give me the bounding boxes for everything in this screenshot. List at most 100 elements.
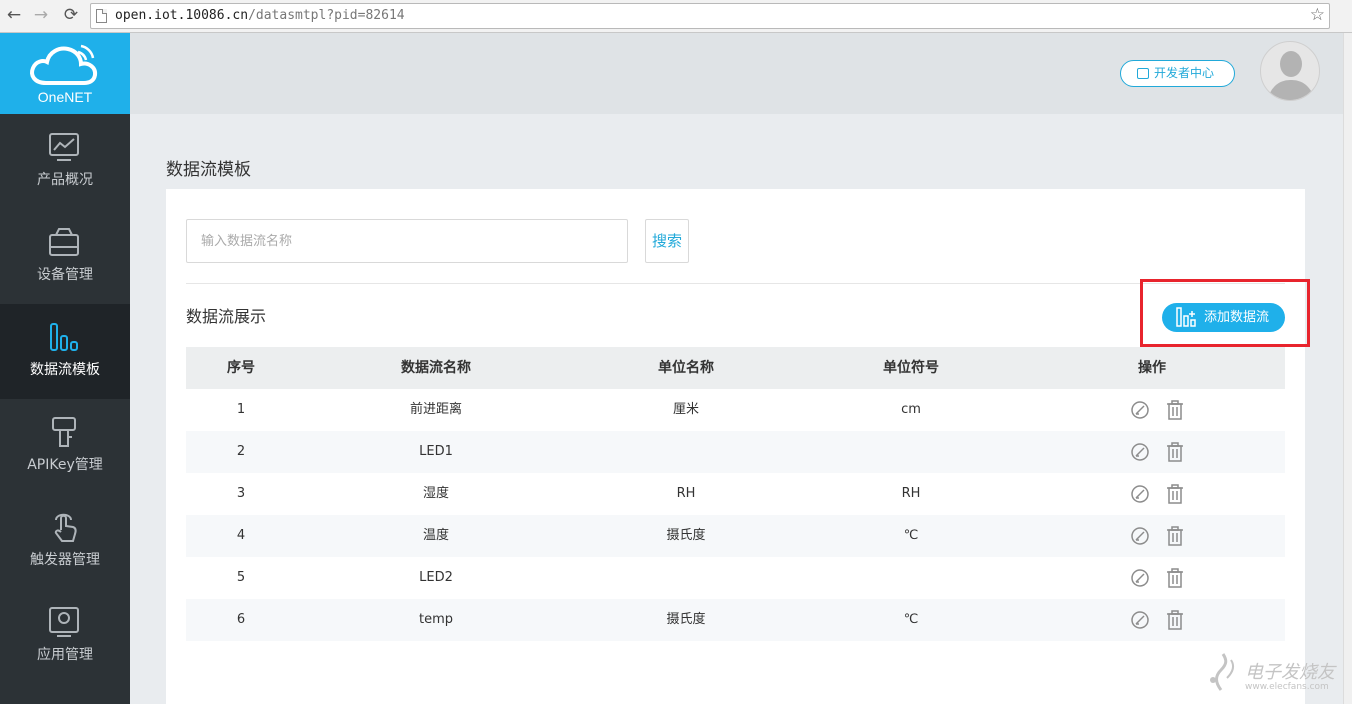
trash-icon[interactable] <box>1166 610 1184 630</box>
datastream-table: 序号 数据流名称 单位名称 单位符号 操作 1 前进距离 厘米 cm 2 LED… <box>186 347 1285 641</box>
url-text[interactable]: open.iot.10086.cn/datasmtpl?pid=82614 <box>115 8 405 23</box>
table-row: 4 温度 摄氏度 ℃ <box>186 515 1285 557</box>
cell-unit-symbol: RH <box>901 486 921 501</box>
sidebar-item-label: 数据流模板 <box>30 362 100 378</box>
bookmark-star-icon[interactable]: ☆ <box>1310 5 1325 25</box>
edit-icon[interactable] <box>1130 442 1150 462</box>
cell-unit-name: 摄氏度 <box>666 528 706 543</box>
search-button[interactable]: 搜索 <box>645 219 689 263</box>
table-row: 6 temp 摄氏度 ℃ <box>186 599 1285 641</box>
content-panel: 搜索 数据流展示 添加数据流 序号 数据流名称 单位名称 单位符号 操作 1 前… <box>166 189 1310 704</box>
row-actions <box>1130 610 1190 630</box>
url-host: open.iot.10086.cn <box>115 8 249 23</box>
sidebar-item-overview[interactable]: 产品概况 <box>0 114 130 209</box>
table-row: 2 LED1 <box>186 431 1285 473</box>
table-row: 5 LED2 <box>186 557 1285 599</box>
url-path: /datasmtpl?pid=82614 <box>248 8 405 23</box>
add-datastream-label: 添加数据流 <box>1204 310 1270 325</box>
add-datastream-button[interactable]: 添加数据流 <box>1162 303 1285 332</box>
cell-name: temp <box>418 612 453 627</box>
cell-index: 1 <box>236 402 246 417</box>
table-row: 1 前进距离 厘米 cm <box>186 389 1285 431</box>
trash-icon[interactable] <box>1166 400 1184 420</box>
edit-icon[interactable] <box>1130 568 1150 588</box>
search-input[interactable] <box>186 219 628 263</box>
watermark-text: 电子发烧友 <box>1245 662 1335 683</box>
trash-icon[interactable] <box>1166 442 1184 462</box>
developer-center-button[interactable]: 开发者中心 <box>1120 60 1235 87</box>
section-title: 数据流展示 <box>186 307 267 326</box>
row-actions <box>1130 442 1190 462</box>
sidebar-item-datastream[interactable]: 数据流模板 <box>0 304 130 399</box>
edit-icon[interactable] <box>1130 610 1150 630</box>
column-header-unit-name: 单位名称 <box>658 360 714 376</box>
browser-toolbar: ← → ⟳ open.iot.10086.cn/datasmtpl?pid=82… <box>0 0 1352 33</box>
cell-index: 5 <box>236 570 246 585</box>
developer-center-label: 开发者中心 <box>1154 66 1215 80</box>
cell-unit-name <box>576 557 796 599</box>
cell-unit-name: RH <box>676 486 696 501</box>
cell-name: 温度 <box>422 528 449 543</box>
chart-icon <box>49 133 79 161</box>
trash-icon[interactable] <box>1166 484 1184 504</box>
cell-index: 2 <box>236 444 246 459</box>
cell-unit-symbol: ℃ <box>903 612 919 627</box>
row-actions <box>1130 400 1190 420</box>
table-row: 3 湿度 RH RH <box>186 473 1285 515</box>
row-actions <box>1130 568 1190 588</box>
sidebar-item-label: 产品概况 <box>37 172 93 188</box>
trash-icon[interactable] <box>1166 568 1184 588</box>
sidebar-item-label: 应用管理 <box>37 647 93 663</box>
cell-unit-symbol <box>796 557 1026 599</box>
edit-icon[interactable] <box>1130 400 1150 420</box>
cell-unit-name: 摄氏度 <box>666 612 706 627</box>
key-icon <box>52 417 76 447</box>
table-header: 序号 数据流名称 单位名称 单位符号 操作 <box>186 347 1285 389</box>
page-icon <box>96 9 107 23</box>
watermark: 电子发烧友 www.elecfans.com <box>1205 650 1345 700</box>
sidebar-item-label: 设备管理 <box>37 267 93 283</box>
cell-index: 3 <box>236 486 246 501</box>
datastream-icon <box>50 323 78 351</box>
app-icon <box>49 607 79 637</box>
row-actions <box>1130 526 1190 546</box>
device-icon <box>49 228 79 256</box>
avatar[interactable] <box>1260 41 1320 101</box>
forward-arrow-icon[interactable]: → <box>30 4 52 26</box>
column-header-actions: 操作 <box>1138 360 1166 376</box>
onenet-logo[interactable]: OneNET <box>0 33 130 114</box>
sidebar-item-label: 触发器管理 <box>30 552 100 568</box>
cell-unit-symbol: ℃ <box>903 528 919 543</box>
cell-name: LED2 <box>419 570 453 585</box>
reload-icon[interactable]: ⟳ <box>60 4 82 26</box>
divider <box>186 283 1285 284</box>
trash-icon[interactable] <box>1166 526 1184 546</box>
brand-name: OneNET <box>37 89 93 105</box>
cell-unit-name <box>576 431 796 473</box>
cell-unit-name: 厘米 <box>672 402 699 417</box>
edit-icon[interactable] <box>1130 526 1150 546</box>
top-header: 开发者中心 <box>130 33 1343 114</box>
column-header-unit-symbol: 单位符号 <box>883 360 939 376</box>
cell-unit-symbol: cm <box>901 402 921 417</box>
cell-index: 6 <box>236 612 246 627</box>
address-bar[interactable]: open.iot.10086.cn/datasmtpl?pid=82614 ☆ <box>90 3 1330 29</box>
column-header-name: 数据流名称 <box>401 360 471 376</box>
back-arrow-icon[interactable]: ← <box>3 4 25 26</box>
chart-small-icon <box>1137 68 1149 79</box>
watermark-logo-icon <box>1210 653 1235 691</box>
sidebar-item-label: APIKey管理 <box>27 457 103 473</box>
sidebar-item-triggers[interactable]: 触发器管理 <box>0 494 130 589</box>
watermark-url: www.elecfans.com <box>1245 682 1329 692</box>
edit-icon[interactable] <box>1130 484 1150 504</box>
sidebar-item-devices[interactable]: 设备管理 <box>0 209 130 304</box>
cell-index: 4 <box>236 528 246 543</box>
scrollbar[interactable] <box>1343 33 1352 704</box>
sidebar-item-apps[interactable]: 应用管理 <box>0 589 130 684</box>
cell-name: 前进距离 <box>409 402 462 417</box>
cell-name: 湿度 <box>422 486 449 501</box>
page-title: 数据流模板 <box>166 160 251 180</box>
sidebar-item-apikey[interactable]: APIKey管理 <box>0 399 130 494</box>
cell-unit-symbol <box>796 431 1026 473</box>
cloud-icon <box>30 44 98 85</box>
